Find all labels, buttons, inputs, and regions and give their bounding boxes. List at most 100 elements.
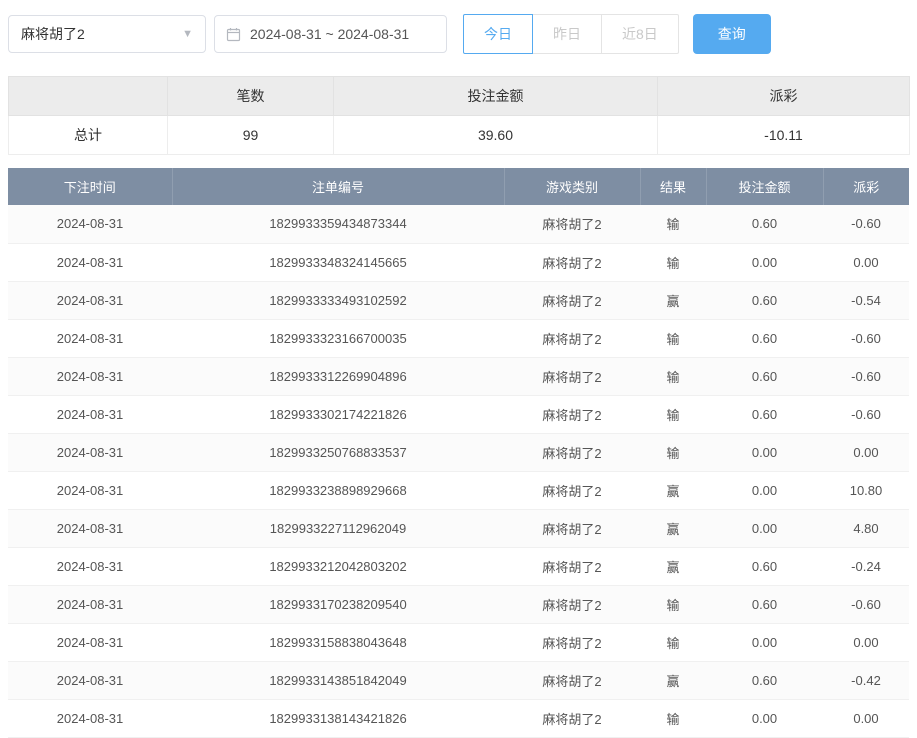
cell-bet-id: 1829933212042803202: [172, 547, 504, 585]
cell-result: 赢: [640, 281, 706, 319]
cell-result: 输: [640, 623, 706, 661]
cell-payout: -0.60: [823, 357, 909, 395]
cell-payout: 0.00: [823, 699, 909, 737]
cell-date: 2024-08-31: [8, 281, 172, 319]
table-row: 2024-08-31 1829933359434873344 麻将胡了2 输 0…: [8, 205, 909, 243]
cell-payout: -0.60: [823, 395, 909, 433]
cell-bet-id: 1829933348324145665: [172, 243, 504, 281]
search-button[interactable]: 查询: [693, 14, 771, 54]
calendar-icon: [226, 27, 241, 42]
cell-amount: 0.00: [706, 243, 823, 281]
col-header-amount: 投注金额: [706, 168, 823, 205]
cell-payout: 10.80: [823, 471, 909, 509]
cell-payout: 4.80: [823, 509, 909, 547]
summary-header-blank: [9, 77, 168, 116]
cell-date: 2024-08-31: [8, 623, 172, 661]
cell-amount: 0.60: [706, 205, 823, 243]
game-select[interactable]: 麻将胡了2 ▼: [8, 15, 206, 53]
cell-date: 2024-08-31: [8, 395, 172, 433]
date-range-input[interactable]: 2024-08-31 ~ 2024-08-31: [214, 15, 447, 53]
summary-header-bet-amount: 投注金额: [334, 77, 658, 116]
cell-date: 2024-08-31: [8, 471, 172, 509]
cell-game: 麻将胡了2: [504, 661, 640, 699]
cell-amount: 0.60: [706, 395, 823, 433]
cell-game: 麻将胡了2: [504, 623, 640, 661]
col-header-result: 结果: [640, 168, 706, 205]
cell-result: 赢: [640, 661, 706, 699]
cell-date: 2024-08-31: [8, 547, 172, 585]
cell-bet-id: 1829933312269904896: [172, 357, 504, 395]
cell-amount: 0.60: [706, 357, 823, 395]
summary-total-count: 99: [168, 116, 334, 155]
toolbar: 麻将胡了2 ▼ 2024-08-31 ~ 2024-08-31 今日 昨日 近8…: [0, 0, 917, 54]
summary-header-payout: 派彩: [658, 77, 910, 116]
col-header-bet-id: 注单编号: [172, 168, 504, 205]
cell-bet-id: 1829933323166700035: [172, 319, 504, 357]
summary-header-count: 笔数: [168, 77, 334, 116]
cell-game: 麻将胡了2: [504, 509, 640, 547]
cell-amount: 0.60: [706, 661, 823, 699]
cell-result: 输: [640, 699, 706, 737]
table-row: 2024-08-31 1829933250768833537 麻将胡了2 输 0…: [8, 433, 909, 471]
cell-result: 输: [640, 585, 706, 623]
cell-payout: 0.00: [823, 433, 909, 471]
cell-payout: -0.42: [823, 661, 909, 699]
cell-bet-id: 1829933138143421826: [172, 699, 504, 737]
bet-table-body: 2024-08-31 1829933359434873344 麻将胡了2 输 0…: [8, 205, 909, 737]
cell-game: 麻将胡了2: [504, 395, 640, 433]
table-row: 2024-08-31 1829933333493102592 麻将胡了2 赢 0…: [8, 281, 909, 319]
yesterday-button[interactable]: 昨日: [532, 14, 602, 54]
col-header-time: 下注时间: [8, 168, 172, 205]
cell-game: 麻将胡了2: [504, 585, 640, 623]
cell-amount: 0.60: [706, 281, 823, 319]
cell-result: 赢: [640, 509, 706, 547]
summary-total-label: 总计: [9, 116, 168, 155]
cell-result: 输: [640, 357, 706, 395]
cell-amount: 0.00: [706, 623, 823, 661]
last-8-days-button[interactable]: 近8日: [601, 14, 679, 54]
summary-total-row: 总计 99 39.60 -10.11: [9, 116, 910, 155]
today-button[interactable]: 今日: [463, 14, 533, 54]
cell-date: 2024-08-31: [8, 357, 172, 395]
cell-payout: 0.00: [823, 243, 909, 281]
cell-amount: 0.60: [706, 547, 823, 585]
cell-game: 麻将胡了2: [504, 357, 640, 395]
cell-amount: 0.00: [706, 509, 823, 547]
game-select-value: 麻将胡了2: [21, 24, 85, 44]
quick-date-button-group: 今日 昨日 近8日: [463, 14, 679, 54]
cell-result: 赢: [640, 547, 706, 585]
cell-payout: -0.60: [823, 205, 909, 243]
cell-game: 麻将胡了2: [504, 319, 640, 357]
table-row: 2024-08-31 1829933312269904896 麻将胡了2 输 0…: [8, 357, 909, 395]
cell-amount: 0.00: [706, 433, 823, 471]
cell-date: 2024-08-31: [8, 585, 172, 623]
cell-payout: -0.54: [823, 281, 909, 319]
bet-table-header-row: 下注时间 注单编号 游戏类别 结果 投注金额 派彩: [8, 168, 909, 205]
table-row: 2024-08-31 1829933238898929668 麻将胡了2 赢 0…: [8, 471, 909, 509]
cell-date: 2024-08-31: [8, 661, 172, 699]
cell-date: 2024-08-31: [8, 205, 172, 243]
cell-bet-id: 1829933333493102592: [172, 281, 504, 319]
cell-date: 2024-08-31: [8, 509, 172, 547]
cell-bet-id: 1829933359434873344: [172, 205, 504, 243]
table-row: 2024-08-31 1829933348324145665 麻将胡了2 输 0…: [8, 243, 909, 281]
cell-amount: 0.60: [706, 585, 823, 623]
cell-bet-id: 1829933250768833537: [172, 433, 504, 471]
table-row: 2024-08-31 1829933170238209540 麻将胡了2 输 0…: [8, 585, 909, 623]
cell-result: 输: [640, 433, 706, 471]
summary-total-bet-amount: 39.60: [334, 116, 658, 155]
cell-game: 麻将胡了2: [504, 205, 640, 243]
table-row: 2024-08-31 1829933227112962049 麻将胡了2 赢 0…: [8, 509, 909, 547]
bet-record-table: 下注时间 注单编号 游戏类别 结果 投注金额 派彩 2024-08-31 182…: [8, 168, 909, 738]
cell-payout: -0.60: [823, 585, 909, 623]
cell-bet-id: 1829933158838043648: [172, 623, 504, 661]
table-row: 2024-08-31 1829933302174221826 麻将胡了2 输 0…: [8, 395, 909, 433]
chevron-down-icon: ▼: [182, 28, 193, 40]
cell-bet-id: 1829933238898929668: [172, 471, 504, 509]
summary-total-payout: -10.11: [658, 116, 910, 155]
summary-header-row: 笔数 投注金额 派彩: [9, 77, 910, 116]
cell-game: 麻将胡了2: [504, 471, 640, 509]
cell-game: 麻将胡了2: [504, 433, 640, 471]
cell-game: 麻将胡了2: [504, 547, 640, 585]
cell-amount: 0.60: [706, 319, 823, 357]
